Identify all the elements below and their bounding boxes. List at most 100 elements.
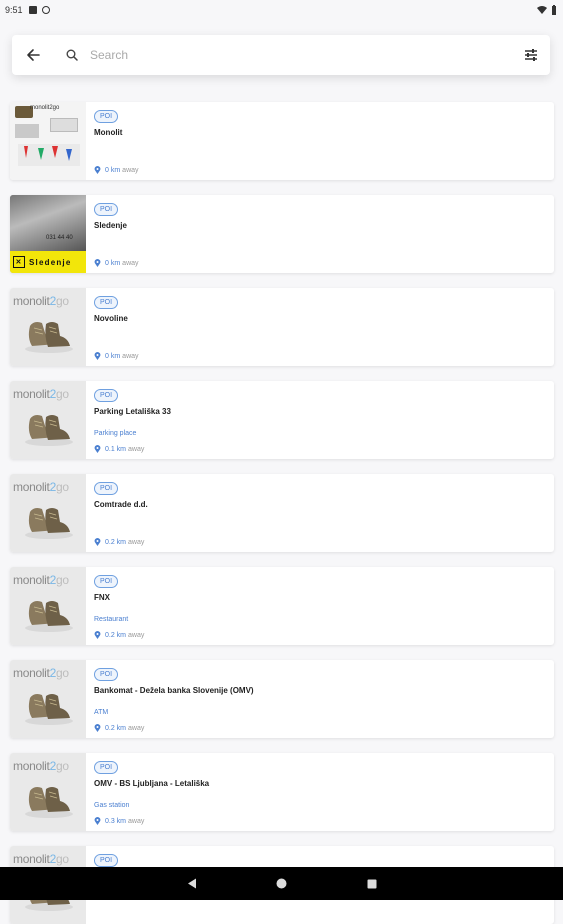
boots-photo	[25, 415, 73, 446]
distance-suffix: away	[128, 817, 145, 825]
map-pins-icon	[18, 144, 80, 166]
data-saver-icon	[41, 6, 50, 14]
poi-badge: POI	[94, 296, 119, 309]
poi-badge: POI	[94, 668, 119, 681]
boots-photo	[25, 508, 73, 539]
location-pin-icon	[94, 445, 101, 453]
nav-recents-button[interactable]	[327, 867, 417, 900]
poi-badge: POI	[94, 761, 119, 774]
result-title: Comtrade d.d.	[94, 500, 148, 509]
location-pin-icon	[94, 631, 101, 639]
poi-badge: POI	[94, 575, 119, 588]
monolit-photo-3	[15, 124, 39, 138]
result-title: Monolit	[94, 128, 123, 137]
nav-back-button[interactable]	[147, 867, 237, 900]
poi-badge: POI	[94, 482, 119, 495]
battery-icon	[552, 5, 556, 15]
location-pin-icon	[94, 259, 101, 267]
boots-photo	[25, 601, 73, 632]
distance-suffix: away	[122, 352, 139, 360]
location-pin-icon	[94, 352, 101, 360]
boots-photo	[25, 787, 73, 818]
result-category: Parking place	[94, 430, 137, 437]
distance-suffix: away	[128, 445, 145, 453]
result-title: Bankomat - Dežela banka Slovenije (OMV)	[94, 686, 254, 695]
distance-suffix: away	[122, 259, 139, 267]
distance-value: 0 km	[105, 166, 121, 174]
sledenje-photo	[10, 195, 86, 251]
result-card[interactable]: monolit2go POI FNX Restaurant 0.2 km away	[10, 567, 554, 645]
distance-value: 0 km	[105, 259, 121, 267]
system-nav-bar	[0, 867, 563, 900]
status-bar: 9:51	[0, 0, 563, 20]
nav-home-button[interactable]	[237, 867, 327, 900]
result-card[interactable]: 031 44 40 ✕ Sledenje POI Sledenje 0 km away	[10, 195, 554, 273]
monolit2go-logo: monolit2go	[13, 666, 69, 680]
nav-recents-icon	[367, 879, 376, 888]
location-pin-icon	[94, 166, 101, 174]
result-category: ATM	[94, 709, 109, 716]
monolit2go-logo: monolit2go	[13, 759, 69, 773]
sledenje-band: ✕ Sledenje	[10, 251, 86, 273]
result-thumbnail: 031 44 40 ✕ Sledenje	[10, 195, 86, 273]
monolit-caption: monolit2go	[30, 105, 60, 111]
sledenje-phone: 031 44 40	[46, 235, 73, 241]
search-icon	[66, 49, 78, 61]
distance-value: 0.2 km	[105, 724, 127, 732]
boots-photo	[25, 322, 73, 353]
result-thumbnail: monolit2go	[10, 381, 86, 459]
status-icons-left	[28, 6, 50, 14]
filter-button[interactable]	[524, 49, 538, 61]
back-button[interactable]	[14, 35, 52, 75]
distance-value: 0.3 km	[105, 817, 127, 825]
result-distance: 0 km away	[94, 259, 139, 267]
sledenje-mark-icon: ✕	[13, 256, 25, 268]
result-thumbnail: monolit2go	[10, 753, 86, 831]
filter-tune-icon	[525, 49, 537, 61]
poi-badge: POI	[94, 389, 119, 402]
nav-back-icon	[187, 878, 196, 889]
result-thumbnail: monolit2go	[10, 474, 86, 552]
result-card[interactable]: monolit2go POI Monolit 0 km away	[10, 102, 554, 180]
result-distance: 0 km away	[94, 166, 139, 174]
poi-badge: POI	[94, 110, 119, 123]
result-card[interactable]: monolit2go POI Bankomat - Dežela banka Slo…	[10, 660, 554, 738]
distance-value: 0.2 km	[105, 538, 127, 546]
search-input[interactable]	[88, 47, 492, 63]
result-distance: 0.3 km away	[94, 817, 144, 825]
poi-badge: POI	[94, 854, 119, 867]
result-title: FNX	[94, 593, 110, 602]
result-distance: 0.2 km away	[94, 631, 144, 639]
result-card[interactable]: monolit2go POI Novoline 0 km away	[10, 288, 554, 366]
location-pin-icon	[94, 817, 101, 825]
result-card[interactable]: monolit2go POI Comtrade d.d. 0.2 km away	[10, 474, 554, 552]
result-card[interactable]: monolit2go POI OMV - BS Ljubljana - Letali…	[10, 753, 554, 831]
result-category: Restaurant	[94, 616, 129, 623]
distance-value: 0.2 km	[105, 631, 127, 639]
location-pin-icon	[94, 538, 101, 546]
monolit2go-logo: monolit2go	[13, 573, 69, 587]
monolit2go-logo: monolit2go	[13, 387, 69, 401]
result-title: OMV - BS Ljubljana - Letališka	[94, 779, 210, 788]
poi-badge: POI	[94, 203, 119, 216]
nav-home-icon	[276, 878, 287, 889]
result-title: Parking Letališka 33	[94, 407, 171, 416]
result-card[interactable]: monolit2go POI Parking Letališka 33 Parking…	[10, 381, 554, 459]
result-distance: 0 km away	[94, 352, 139, 360]
distance-suffix: away	[128, 724, 145, 732]
status-icons-right	[537, 5, 557, 15]
monolit2go-logo: monolit2go	[13, 852, 69, 866]
arrow-back-icon	[27, 49, 40, 61]
result-title: Sledenje	[94, 221, 127, 230]
distance-suffix: away	[122, 166, 139, 174]
search-bar	[12, 35, 550, 75]
sim-card-icon	[28, 6, 37, 14]
monolit2go-logo: monolit2go	[13, 294, 69, 308]
distance-suffix: away	[128, 538, 145, 546]
result-thumbnail: monolit2go	[10, 660, 86, 738]
distance-value: 0.1 km	[105, 445, 127, 453]
distance-suffix: away	[128, 631, 145, 639]
monolit-photo-2	[50, 118, 78, 132]
result-thumbnail: monolit2go	[10, 567, 86, 645]
result-thumbnail: monolit2go	[10, 288, 86, 366]
